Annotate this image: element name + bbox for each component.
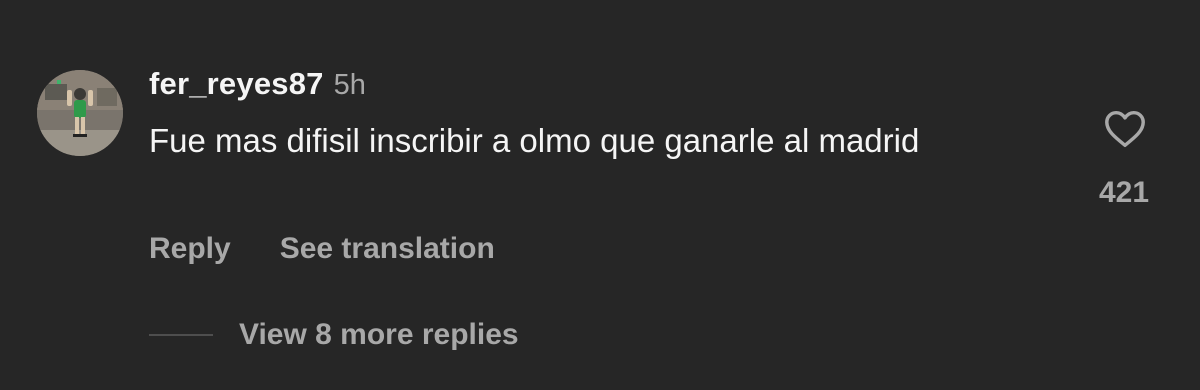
avatar[interactable] — [37, 70, 123, 156]
like-section: 421 — [1094, 106, 1154, 216]
avatar-image — [37, 70, 123, 156]
like-count: 421 — [1098, 176, 1150, 209]
timestamp: 5h — [333, 69, 366, 101]
comment-header: fer_reyes87 5h — [149, 66, 366, 108]
username[interactable]: fer_reyes87 — [149, 66, 324, 102]
see-translation-button[interactable]: See translation — [280, 232, 495, 266]
comment-text: Fue mas difisil inscribir a olmo que gan… — [149, 122, 920, 159]
heart-icon[interactable] — [1102, 106, 1148, 152]
comment-actions: Reply See translation — [149, 229, 495, 269]
view-replies-label: View 8 more replies — [239, 318, 519, 351]
replies-divider — [149, 334, 213, 336]
view-replies-button[interactable]: View 8 more replies — [149, 313, 519, 357]
reply-button[interactable]: Reply — [149, 232, 231, 266]
comment: fer_reyes87 5h Fue mas difisil inscribir… — [0, 0, 1200, 390]
